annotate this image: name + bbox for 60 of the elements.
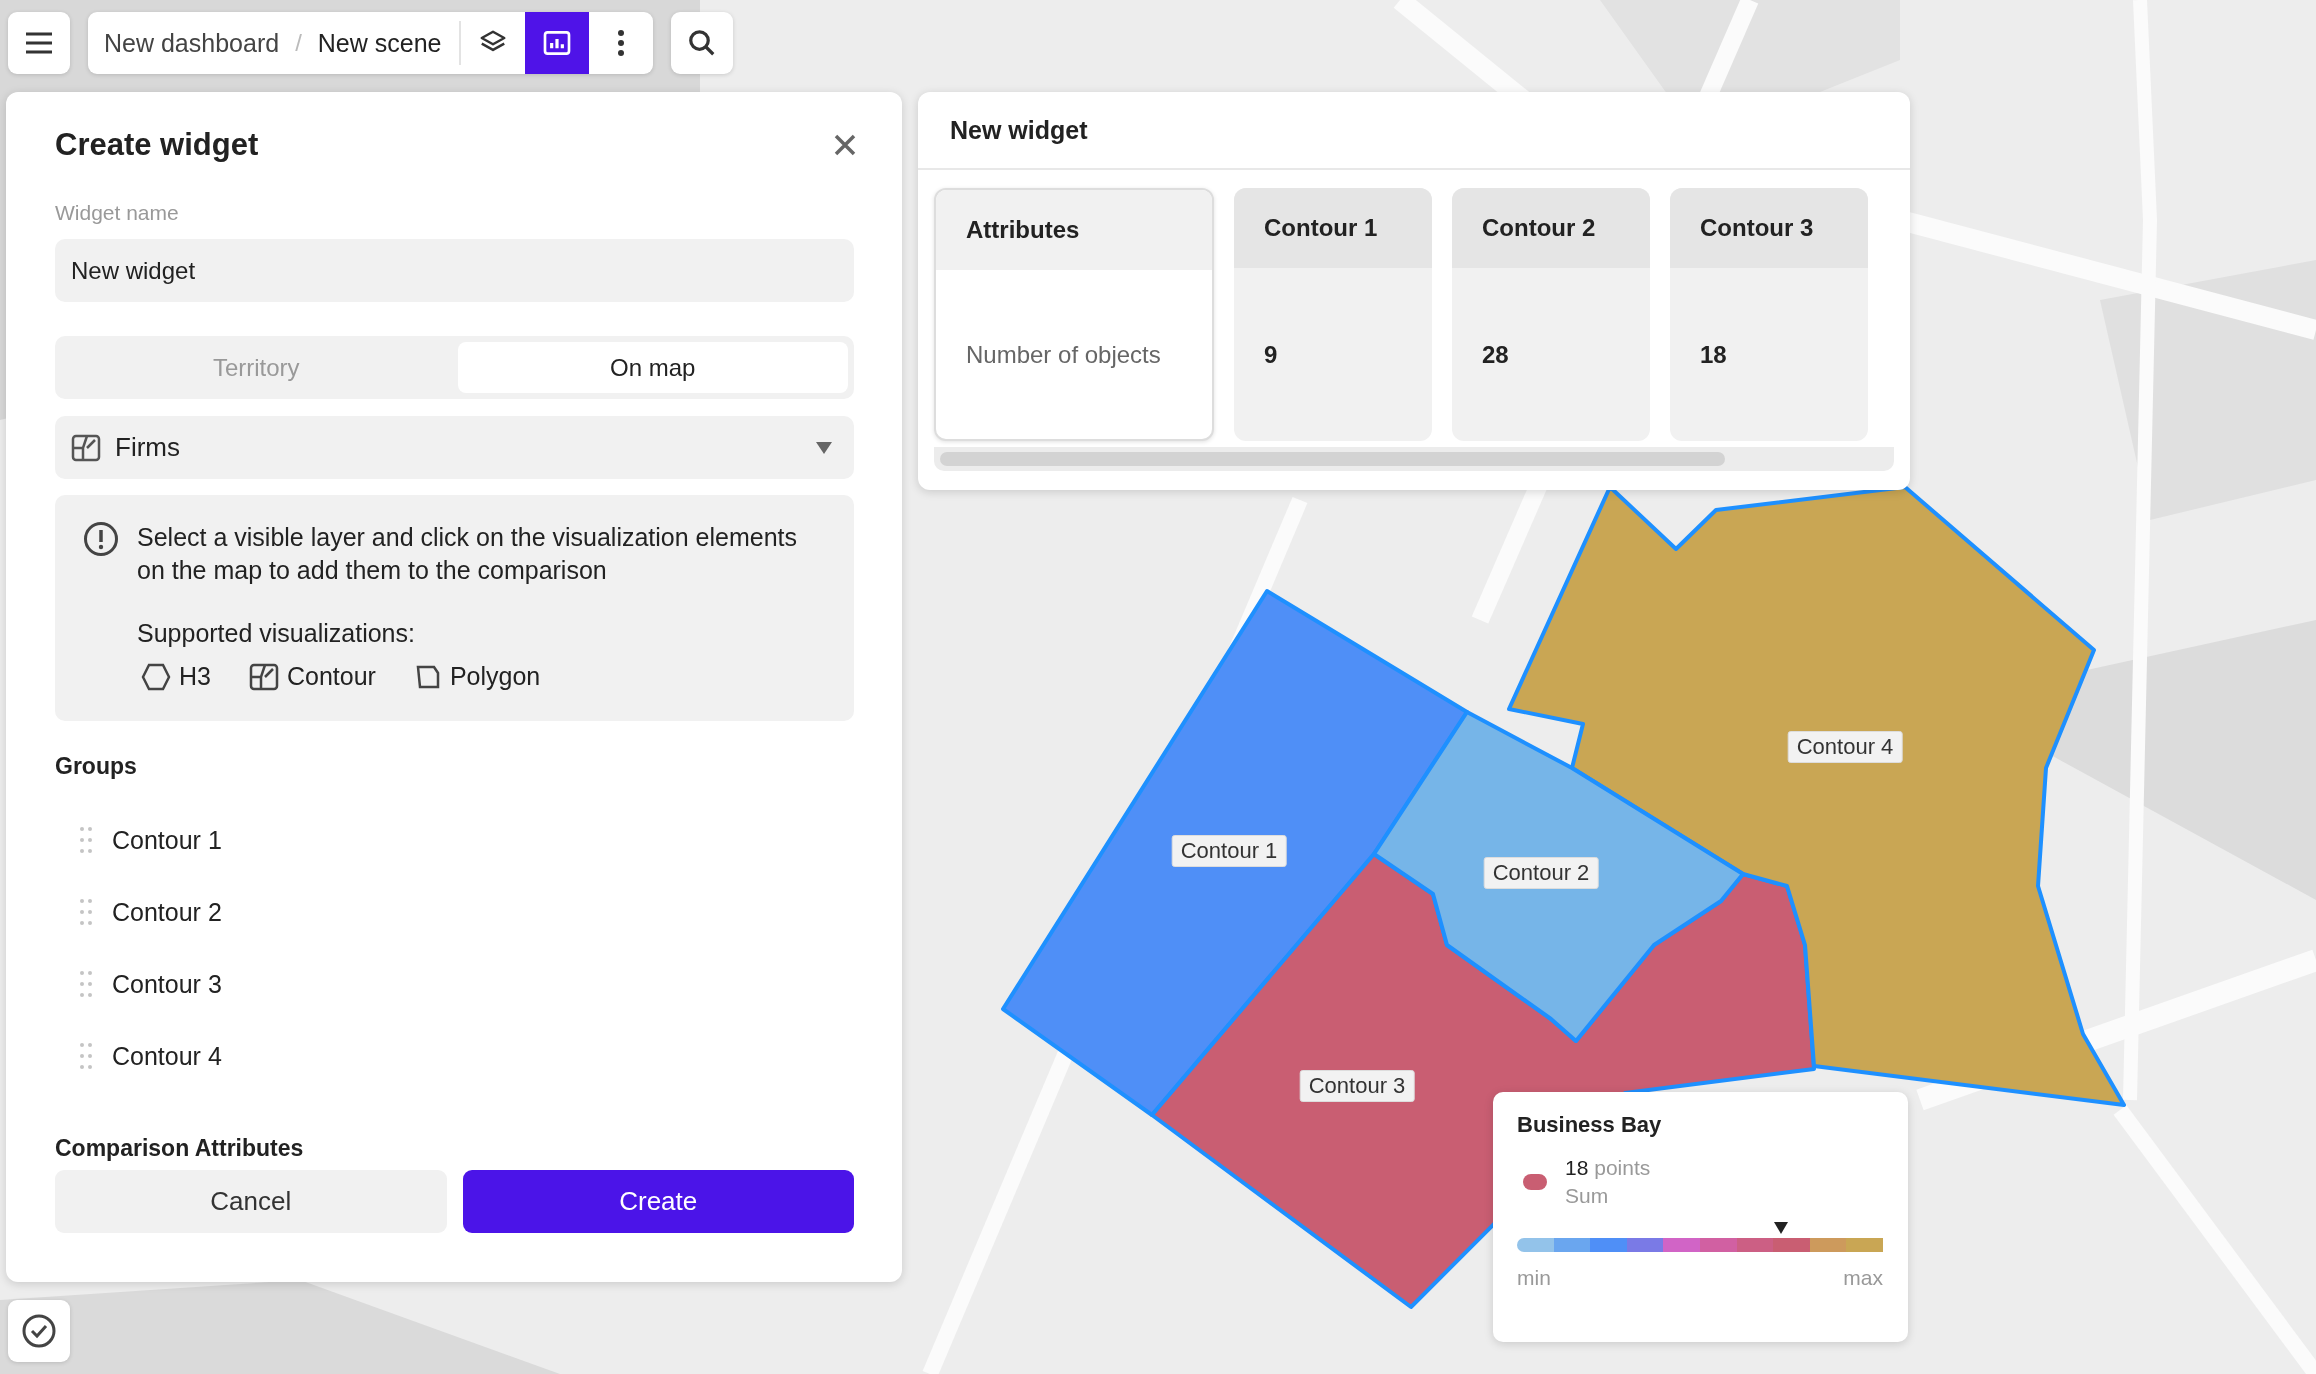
group-item: Contour 2 <box>112 897 222 927</box>
search-button[interactable] <box>671 12 734 74</box>
count-text: 18 points <box>1565 1156 1651 1180</box>
contour-icon <box>71 433 101 462</box>
scrollbar-thumb[interactable] <box>940 452 1725 466</box>
close-button[interactable] <box>832 132 858 158</box>
column-header: Contour 1 <box>1264 214 1378 242</box>
group-item: Contour 3 <box>112 969 222 999</box>
scale-max-label: max <box>1843 1266 1883 1290</box>
drag-handle-icon[interactable] <box>80 1043 92 1069</box>
column-header: Contour 3 <box>1700 214 1814 242</box>
contour-label: Contour 1 <box>1171 835 1287 867</box>
info-icon <box>83 521 119 557</box>
scale-min-label: min <box>1517 1266 1551 1290</box>
widgets-button[interactable] <box>525 12 590 74</box>
history-button[interactable] <box>8 1300 70 1362</box>
scrollbar[interactable] <box>934 447 1894 471</box>
caret-icon <box>816 441 832 454</box>
aggregation-label: Sum <box>1565 1184 1610 1208</box>
widget-name-field[interactable]: New widget <box>55 239 854 302</box>
create-button[interactable]: Create <box>462 1170 854 1233</box>
drag-handle-icon[interactable] <box>80 971 92 997</box>
contour-icon <box>248 662 279 691</box>
cancel-button[interactable]: Cancel <box>55 1170 447 1233</box>
column-header: Attributes <box>966 216 1080 244</box>
legend-title: Business Bay <box>1517 1112 1663 1138</box>
visualization-label: Contour <box>286 662 376 691</box>
attribute-value: 9 <box>1264 340 1278 369</box>
attribute-value: 18 <box>1700 340 1727 369</box>
panel-title: Create widget <box>55 127 259 163</box>
mode-tab[interactable]: On map <box>457 342 848 393</box>
hexagon-icon <box>141 662 171 691</box>
visualization-label: H3 <box>179 662 211 691</box>
contour-label: Contour 4 <box>1787 731 1903 763</box>
group-item: Contour 4 <box>112 1041 222 1071</box>
breadcrumb-item[interactable]: New scene <box>301 28 460 58</box>
column-header: Contour 2 <box>1482 214 1596 242</box>
section-title: Groups <box>55 753 138 780</box>
field-label: Widget name <box>55 201 180 225</box>
close-icon <box>832 132 858 158</box>
more-icon <box>617 29 626 57</box>
supported-label: Supported visualizations: <box>137 619 416 648</box>
breadcrumb-separator: / <box>294 29 302 57</box>
drag-handle-icon[interactable] <box>80 899 92 925</box>
layer-dropdown[interactable]: Firms <box>55 416 854 479</box>
group-item: Contour 1 <box>112 825 222 855</box>
attribute-name: Number of objects <box>966 340 1161 369</box>
drag-handle-icon[interactable] <box>80 827 92 853</box>
menu-icon <box>24 31 54 55</box>
widget-title: New widget <box>950 115 1088 145</box>
contour-area[interactable] <box>1001 589 1469 1117</box>
menu-button[interactable] <box>8 12 70 74</box>
section-title: Comparison Attributes <box>55 1135 305 1162</box>
visualization-label: Polygon <box>449 662 541 691</box>
contour-label: Contour 3 <box>1299 1070 1415 1102</box>
attribute-value: 28 <box>1482 340 1509 369</box>
breadcrumb-item[interactable]: New dashboard <box>88 28 280 58</box>
contour-area[interactable] <box>1372 710 1745 1043</box>
info-text: Select a visible layer and click on the visualization elements on the map to add them to the comparison <box>137 522 799 586</box>
contour-label: Contour 2 <box>1483 857 1599 889</box>
